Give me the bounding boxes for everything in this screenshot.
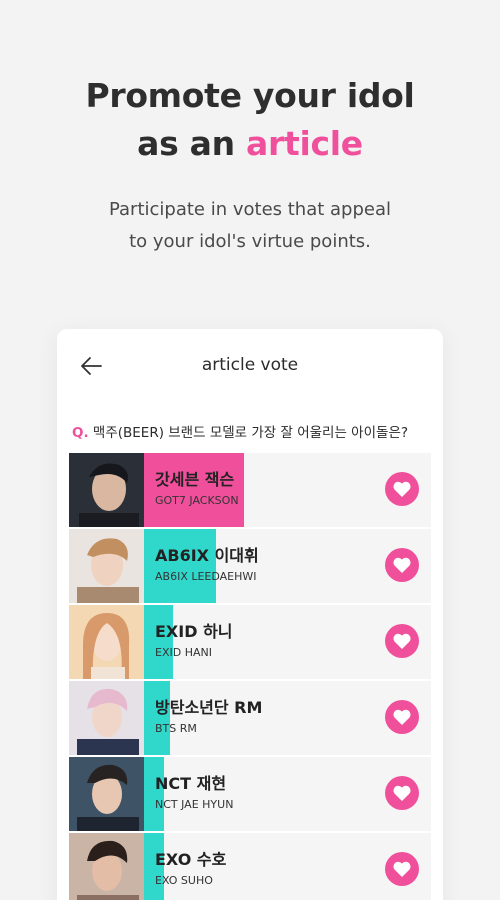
candidate-name-english: GOT7 JACKSON (155, 494, 239, 507)
headline-prefix: as an (137, 124, 247, 163)
heart-icon (393, 861, 411, 877)
vote-heart-button[interactable] (385, 472, 419, 506)
question-text: 맥주(BEER) 브랜드 모델로 가장 잘 어울리는 아이돌은? (88, 425, 409, 441)
vote-heart-button[interactable] (385, 624, 419, 658)
candidate-name: NCT 재현 (155, 774, 227, 793)
candidate-photo (69, 453, 144, 527)
candidate-row[interactable]: NCT 재현 NCT JAE HYUN (69, 757, 431, 831)
heart-icon (393, 709, 411, 725)
candidate-photo (69, 833, 144, 900)
card-header: article vote (57, 329, 443, 403)
candidate-name: EXO 수호 (155, 850, 227, 869)
heart-icon (393, 481, 411, 497)
candidate-row[interactable]: AB6IX 이대휘 AB6IX LEEDAEHWI (69, 529, 431, 603)
vote-heart-button[interactable] (385, 852, 419, 886)
candidate-row[interactable]: EXID 하니 EXID HANI (69, 605, 431, 679)
headline-line-1: Promote your idol (85, 76, 415, 115)
candidate-photo (69, 681, 144, 755)
headline-accent: article (246, 124, 363, 163)
candidate-list: 갓세븐 잭슨 GOT7 JACKSON AB6IX 이대휘 AB6IX LEED… (69, 453, 431, 900)
card-title: article vote (201, 355, 299, 375)
candidate-row[interactable]: 방탄소년단 RM BTS RM (69, 681, 431, 755)
candidate-row[interactable]: 갓세븐 잭슨 GOT7 JACKSON (69, 453, 431, 527)
candidate-name: 갓세븐 잭슨 (155, 470, 235, 489)
vote-heart-button[interactable] (385, 700, 419, 734)
candidate-name-english: EXO SUHO (155, 874, 213, 887)
candidate-photo (69, 757, 144, 831)
vote-heart-button[interactable] (385, 548, 419, 582)
candidate-name-english: NCT JAE HYUN (155, 798, 234, 811)
candidate-name-english: EXID HANI (155, 646, 212, 659)
vote-question: Q. 맥주(BEER) 브랜드 모델로 가장 잘 어울리는 아이돌은? (72, 421, 442, 441)
subheadline-line-1: Participate in votes that appeal (108, 199, 392, 220)
subheadline-line-2: to your idol's virtue points. (129, 231, 371, 252)
candidate-name: AB6IX 이대휘 (155, 546, 259, 565)
subheadline: Participate in votes that appeal to your… (0, 194, 500, 258)
heart-icon (393, 785, 411, 801)
heart-icon (393, 557, 411, 573)
vote-heart-button[interactable] (385, 776, 419, 810)
question-mark: Q. (72, 425, 89, 441)
candidate-row[interactable]: EXO 수호 EXO SUHO (69, 833, 431, 900)
candidate-name-english: AB6IX LEEDAEHWI (155, 570, 257, 583)
candidate-name-english: BTS RM (155, 722, 197, 735)
candidate-photo (69, 529, 144, 603)
heart-icon (393, 633, 411, 649)
candidate-photo (69, 605, 144, 679)
headline-line-2: as an article (0, 120, 500, 168)
vote-card: article vote Q. 맥주(BEER) 브랜드 모델로 가장 잘 어울… (57, 329, 443, 900)
headline: Promote your idol as an article (0, 72, 500, 168)
candidate-name: 방탄소년단 RM (155, 698, 263, 717)
candidate-name: EXID 하니 (155, 622, 233, 641)
